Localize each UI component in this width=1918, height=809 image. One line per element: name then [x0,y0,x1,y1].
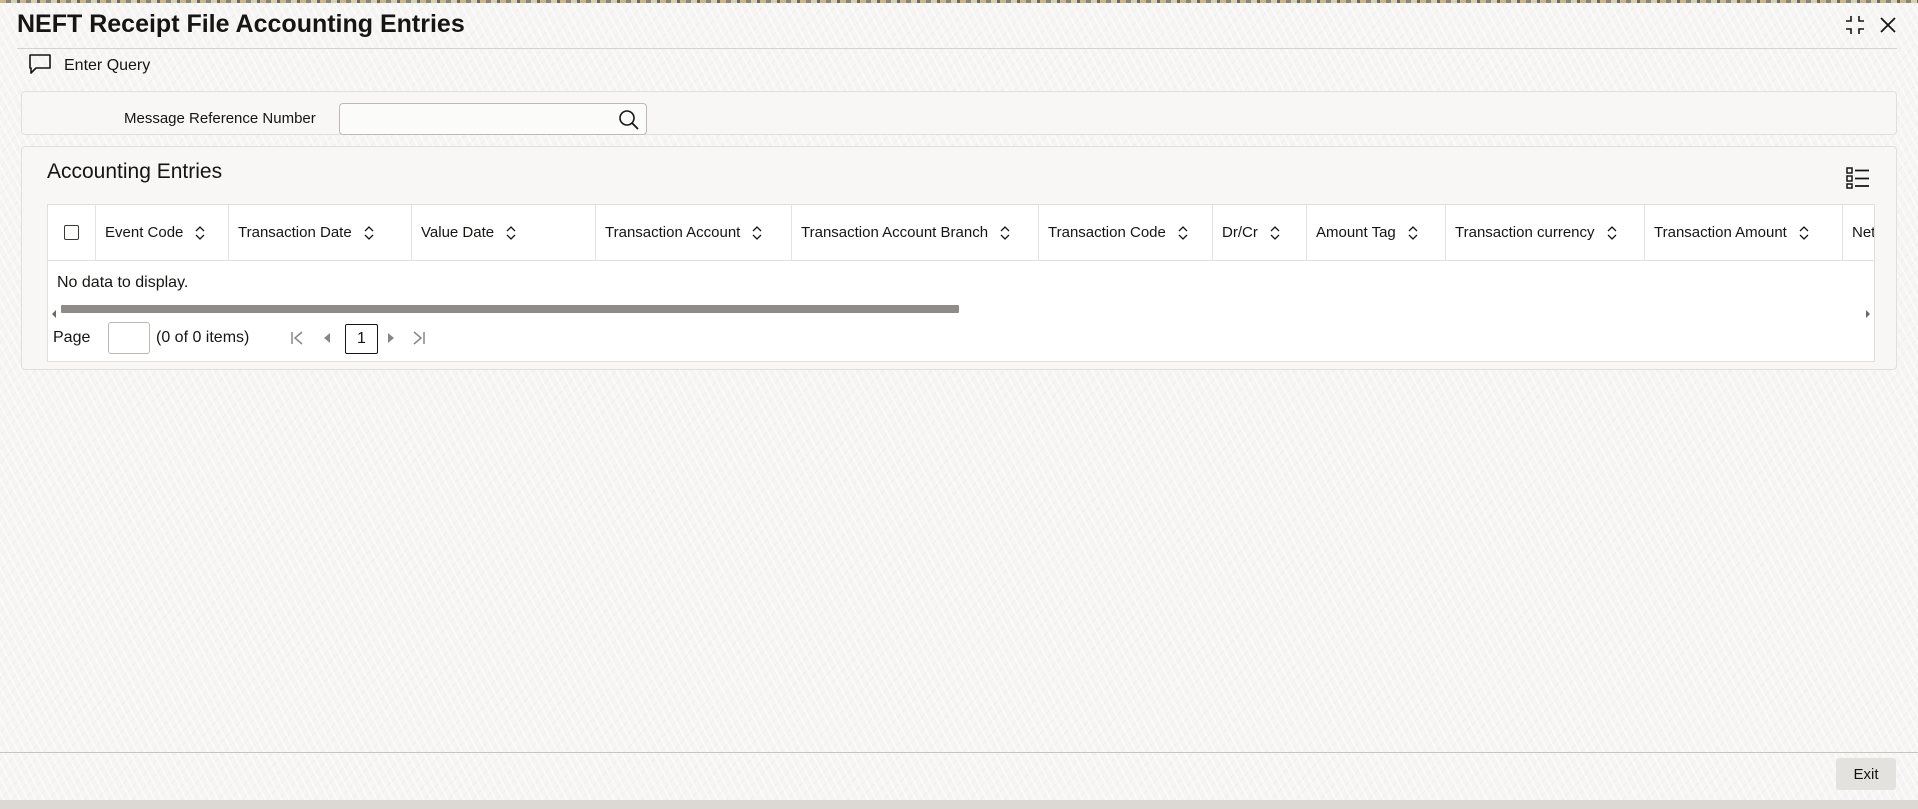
search-icon[interactable] [616,107,642,133]
sort-icon [1799,225,1809,240]
previous-page-icon[interactable] [318,329,336,347]
close-icon[interactable] [1873,10,1903,40]
column-label: Value Date [421,224,495,241]
select-all-checkbox[interactable] [64,225,79,240]
title-divider [17,48,1897,49]
sort-icon [1270,225,1280,240]
horizontal-scrollbar-thumb[interactable] [61,305,959,313]
message-reference-label: Message Reference Number [124,110,316,127]
select-all-column [48,205,96,260]
next-page-icon[interactable] [382,329,400,347]
column-transaction-account-branch[interactable]: Transaction Account Branch [792,205,1039,260]
current-page-button[interactable]: 1 [345,324,378,354]
column-event-code[interactable]: Event Code [96,205,229,260]
column-label: Transaction Account Branch [801,224,989,241]
sort-icon [195,225,205,240]
column-label: Transaction Amount [1654,224,1787,241]
column-transaction-code[interactable]: Transaction Code [1039,205,1213,260]
empty-table-message: No data to display. [57,274,189,291]
page-title: NEFT Receipt File Accounting Entries [17,10,465,38]
column-value-date[interactable]: Value Date [412,205,596,260]
query-panel: Message Reference Number [21,91,1897,135]
column-label: Amount Tag [1316,224,1396,241]
last-page-icon[interactable] [410,329,428,347]
page-label: Page [53,329,91,346]
sort-icon [1408,225,1418,240]
accounting-entries-table: Event Code Transaction Date Value Date T… [47,204,1875,362]
message-reference-field [339,103,647,135]
collapse-arrows-icon[interactable] [1840,10,1870,40]
column-amount-tag[interactable]: Amount Tag [1307,205,1446,260]
enter-query-button[interactable]: Enter Query [28,53,150,79]
sort-icon [752,225,762,240]
enter-query-label: Enter Query [64,57,151,74]
column-transaction-amount[interactable]: Transaction Amount [1645,205,1843,260]
column-dr-cr[interactable]: Dr/Cr [1213,205,1307,260]
sort-icon [1607,225,1617,240]
sort-icon [364,225,374,240]
column-label: Transaction currency [1455,224,1595,241]
sort-icon [1178,225,1188,240]
decorative-top-strip [0,0,1918,3]
scroll-right-arrow-icon[interactable] [1865,305,1871,323]
sort-icon [1000,225,1010,240]
pagination: Page (0 of 0 items) 1 [48,320,648,356]
first-page-icon[interactable] [288,329,306,347]
column-transaction-currency[interactable]: Transaction currency [1446,205,1645,260]
accounting-entries-title: Accounting Entries [47,160,223,183]
list-view-icon[interactable] [1845,165,1871,191]
column-label: Transaction Date [238,224,352,241]
sort-icon [506,225,516,240]
items-count: (0 of 0 items) [156,329,250,346]
column-label: Transaction Code [1048,224,1166,241]
column-net[interactable]: Net [1843,205,1875,260]
exit-button[interactable]: Exit [1836,758,1896,790]
column-transaction-account[interactable]: Transaction Account [596,205,792,260]
bottom-strip [0,800,1918,809]
column-label: Transaction Account [605,224,741,241]
column-transaction-date[interactable]: Transaction Date [229,205,412,260]
page-number-input[interactable] [108,322,150,354]
column-label: Event Code [105,224,184,241]
table-header: Event Code Transaction Date Value Date T… [48,205,1875,261]
footer-divider [0,752,1918,753]
accounting-entries-panel: Accounting Entries Event Code Transactio… [21,146,1897,370]
column-label: Dr/Cr [1222,224,1258,241]
chat-bubble-icon [28,53,52,80]
message-reference-input[interactable] [340,104,616,132]
column-label: Net [1852,224,1875,241]
